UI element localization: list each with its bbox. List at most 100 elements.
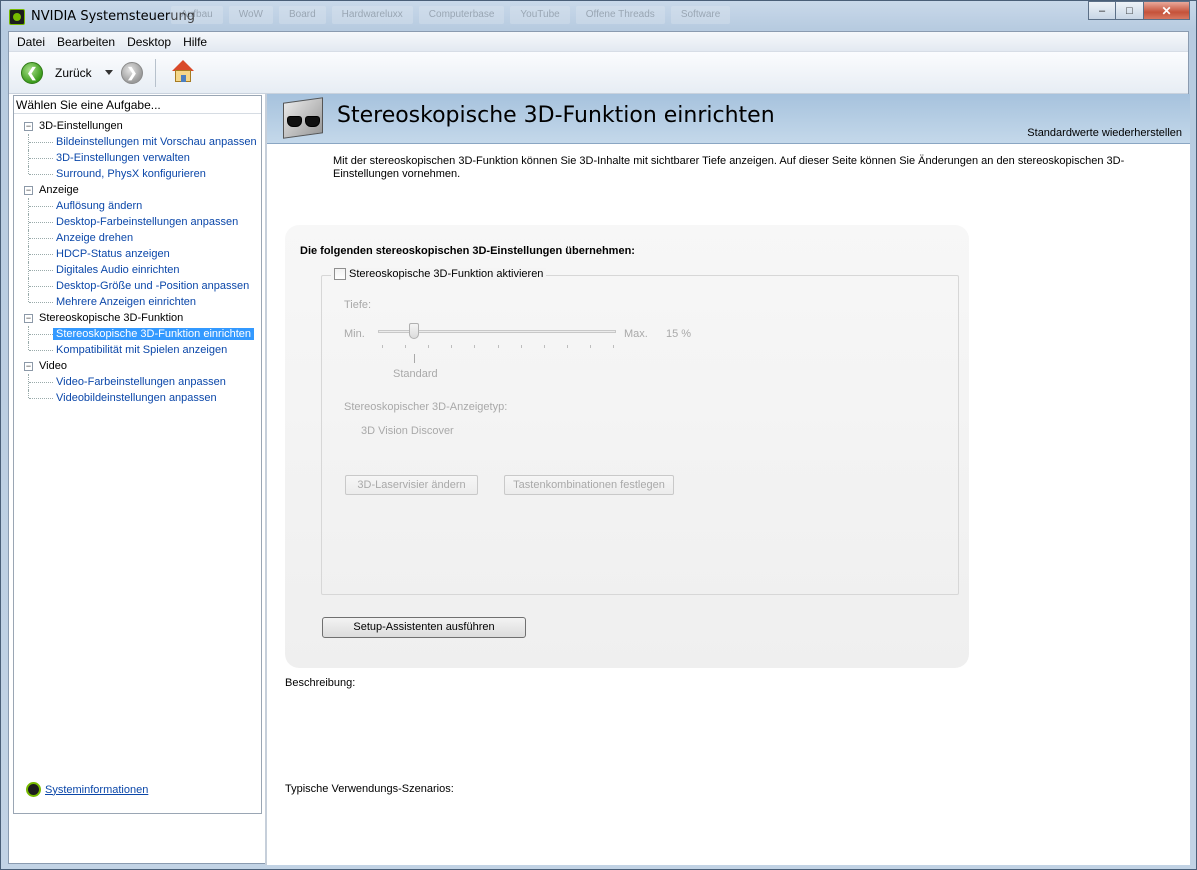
settings-panel: Die folgenden stereoskopischen 3D-Einste… [285, 225, 969, 668]
background-tab: Hardwareluxx [331, 6, 413, 24]
depth-min-label: Min. [344, 328, 365, 340]
menu-datei[interactable]: Datei [11, 32, 51, 52]
close-button[interactable]: ✕ [1144, 1, 1190, 20]
tree-task-label: Video-Farbeinstellungen anpassen [56, 376, 226, 388]
tree-task-label: Anzeige drehen [56, 232, 134, 244]
slider-tick [451, 345, 453, 348]
task-tree: −3D-Einstellungen Bildeinstellungen mit V… [14, 118, 261, 406]
tree-category[interactable]: − Anzeige [14, 182, 261, 198]
background-tab: Software [670, 6, 731, 24]
toolbar: ❮ Zurück ❯ [9, 52, 1188, 94]
forward-arrow-icon[interactable]: ❯ [121, 62, 143, 84]
back-button-label[interactable]: Zurück [55, 66, 92, 80]
nvidia-app-icon [9, 9, 25, 25]
tree-task-item[interactable]: Stereoskopische 3D-Funktion einrichten [14, 326, 261, 342]
tree-category-label: Video [39, 360, 67, 372]
page-title: Stereoskopische 3D-Funktion einrichten [337, 103, 775, 128]
toolbar-separator [155, 59, 156, 87]
back-arrow-icon[interactable]: ❮ [21, 62, 43, 84]
set-hotkeys-button[interactable]: Tastenkombinationen festlegen [504, 475, 674, 495]
collapse-toggle-icon[interactable]: − [24, 186, 33, 195]
tree-task-label: Mehrere Anzeigen einrichten [56, 296, 197, 308]
enable-stereo-checkbox[interactable] [334, 268, 346, 280]
tree-category-label: Anzeige [39, 184, 79, 196]
tree-task-item[interactable]: 3D-Einstellungen verwalten [14, 150, 261, 166]
tree-task-item[interactable]: Digitales Audio einrichten [14, 262, 261, 278]
tree-category[interactable]: − Video [14, 358, 261, 374]
background-tab: Board [278, 6, 326, 24]
tree-category[interactable]: − Stereoskopische 3D-Funktion [14, 310, 261, 326]
page-banner: Stereoskopische 3D-Funktion einrichten S… [267, 94, 1190, 144]
title-bar[interactable]: NVIDIA Systemsteuerung Aufbau WoW Board Har… [1, 1, 1196, 31]
intro-text: Mit der stereoskopischen 3D-Funktion kön… [333, 155, 1125, 180]
background-taskbar-tabs: Aufbau WoW Board Hardwareluxx Computerbase Yo… [171, 6, 731, 24]
panel-heading: Die folgenden stereoskopischen 3D-Einste… [300, 245, 635, 257]
background-tab: Aufbau [171, 6, 223, 24]
tree-task-label: Stereoskopische 3D-Funktion einrichten [53, 328, 255, 340]
depth-slider-ticks [382, 345, 614, 348]
collapse-toggle-icon[interactable]: − [24, 314, 33, 323]
tree-task-item[interactable]: Mehrere Anzeigen einrichten [14, 294, 261, 310]
tree-task-item[interactable]: Video-Farbeinstellungen anpassen [14, 374, 261, 390]
tree-category[interactable]: −3D-Einstellungen [14, 118, 261, 134]
usage-scenarios-label: Typische Verwendungs-Szenarios: [285, 783, 454, 795]
stereo-3d-glasses-icon [279, 97, 327, 140]
home-icon[interactable] [171, 60, 195, 84]
default-label: Standard [393, 368, 438, 380]
slider-tick [382, 345, 383, 348]
menu-desktop[interactable]: Desktop [121, 32, 177, 52]
tree-task-item[interactable]: HDCP-Status anzeigen [14, 246, 261, 262]
background-tab: Computerbase [418, 6, 505, 24]
tree-task-label: HDCP-Status anzeigen [56, 248, 170, 260]
depth-label: Tiefe: [344, 299, 372, 311]
slider-tick [566, 345, 568, 348]
app-window: NVIDIA Systemsteuerung Aufbau WoW Board Har… [0, 0, 1197, 870]
stereo-settings-group: Stereoskopische 3D-Funktion aktivieren T… [321, 268, 959, 595]
menu-hilfe[interactable]: Hilfe [177, 32, 213, 52]
content-pane: Stereoskopische 3D-Funktion einrichten S… [267, 94, 1190, 865]
description-label: Beschreibung: [285, 677, 356, 689]
tree-task-item[interactable]: Videobildeinstellungen anpassen [14, 390, 261, 406]
menu-bar: Datei Bearbeiten Desktop Hilfe [9, 32, 1188, 52]
maximize-button[interactable]: □ [1116, 1, 1144, 20]
window-controls: – □ ✕ [1088, 1, 1190, 20]
display-type-value: 3D Vision Discover [361, 425, 454, 437]
collapse-toggle-icon[interactable]: − [24, 122, 33, 131]
run-setup-wizard-button[interactable]: Setup-Assistenten ausführen [322, 617, 526, 638]
tree-task-item[interactable]: Bildeinstellungen mit Vorschau anpassen [14, 134, 261, 150]
background-tab: YouTube [510, 6, 570, 24]
nvidia-info-icon [26, 782, 41, 797]
menu-bearbeiten[interactable]: Bearbeiten [51, 32, 121, 52]
change-laser-sight-button[interactable]: 3D-Laservisier ändern [345, 475, 478, 495]
tree-task-label: Desktop-Farbeinstellungen anpassen [56, 216, 239, 228]
tree-task-item[interactable]: Auflösung ändern [14, 198, 261, 214]
display-type-label: Stereoskopischer 3D-Anzeigetyp: [344, 401, 508, 413]
back-history-dropdown-icon[interactable] [105, 70, 113, 75]
sidebar-header: Wählen Sie eine Aufgabe... [14, 96, 261, 114]
enable-stereo-label[interactable]: Stereoskopische 3D-Funktion aktivieren [349, 268, 543, 280]
restore-defaults-link[interactable]: Standardwerte wiederherstellen [1027, 127, 1182, 139]
task-sidebar: Wählen Sie eine Aufgabe... −3D-Einstellu… [13, 95, 262, 814]
tree-task-item[interactable]: Desktop-Größe und -Position anpassen [14, 278, 261, 294]
tree-category-label: 3D-Einstellungen [39, 120, 123, 132]
tree-task-item[interactable]: Desktop-Farbeinstellungen anpassen [14, 214, 261, 230]
default-marker [414, 354, 415, 363]
slider-tick [613, 345, 614, 348]
tree-task-item[interactable]: Surround, PhysX konfigurieren [14, 166, 261, 182]
tree-task-label: Bildeinstellungen mit Vorschau anpassen [56, 136, 257, 148]
background-tab: Offene Threads [575, 6, 665, 24]
minimize-button[interactable]: – [1088, 1, 1116, 20]
depth-slider-thumb[interactable] [408, 323, 419, 339]
sysinfo-link[interactable]: Systeminformationen [45, 784, 148, 796]
client-area: Datei Bearbeiten Desktop Hilfe ❮ Zurück … [8, 31, 1190, 865]
collapse-toggle-icon[interactable]: − [24, 362, 33, 371]
tree-task-item[interactable]: Kompatibilität mit Spielen anzeigen [14, 342, 261, 358]
tree-category-label: Stereoskopische 3D-Funktion [39, 312, 184, 324]
slider-tick [497, 345, 499, 348]
tree-task-label: Kompatibilität mit Spielen anzeigen [56, 344, 228, 356]
tree-task-label: Digitales Audio einrichten [56, 264, 180, 276]
slider-tick [428, 345, 430, 348]
depth-value: 15 % [666, 328, 692, 340]
tree-task-label: Surround, PhysX konfigurieren [56, 168, 206, 180]
tree-task-item[interactable]: Anzeige drehen [14, 230, 261, 246]
